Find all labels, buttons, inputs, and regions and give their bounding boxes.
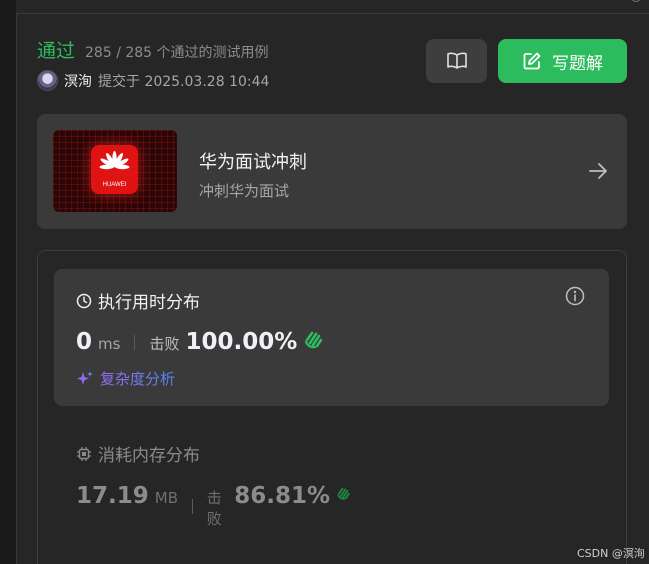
metric-divider: [134, 334, 136, 350]
huawei-logo: HUAWEI: [91, 145, 138, 194]
memory-metric: 17.19 MB 击败 86.81%: [76, 483, 352, 529]
metric-divider: [192, 498, 193, 514]
submission-result-panel: ▔▔▔▔▔ 通过 285 / 285 个通过的测试用例 溟洵 提交于 2025.…: [0, 0, 649, 564]
top-partial-header: ▔▔▔▔▔: [16, 0, 649, 14]
clock-icon: [76, 293, 92, 308]
memory-beat-percent: 86.81%: [234, 483, 331, 509]
username-link[interactable]: 溟洵: [64, 71, 92, 91]
complexity-analysis-label: 复杂度分析: [100, 370, 176, 388]
info-icon[interactable]: [565, 286, 585, 306]
memory-distribution-section[interactable]: 消耗内存分布 17.19 MB 击败 86.81%: [76, 441, 350, 528]
runtime-value: 0: [76, 329, 93, 355]
write-solution-button[interactable]: 写题解: [498, 39, 627, 83]
avatar[interactable]: [37, 70, 58, 91]
promo-title: 华为面试冲刺: [199, 152, 307, 173]
submission-info: 溟洵 提交于 2025.03.28 10:44: [37, 70, 269, 91]
cut-off-header-icon: [631, 0, 641, 2]
result-status: 通过 285 / 285 个通过的测试用例: [37, 36, 269, 63]
runtime-heading: 执行用时分布: [76, 288, 200, 313]
cut-off-header-text: ▔▔▔▔▔: [76, 0, 126, 6]
status-badge: 通过: [37, 40, 76, 62]
write-solution-label: 写题解: [552, 53, 603, 74]
complexity-analysis-link[interactable]: 复杂度分析: [76, 368, 175, 389]
testcase-count: 285 / 285 个通过的测试用例: [85, 45, 269, 61]
huawei-logo-text: HUAWEI: [103, 182, 127, 188]
runtime-beat-percent: 100.00%: [185, 329, 298, 355]
view-solution-button[interactable]: [426, 39, 487, 83]
promo-subtitle: 冲刺华为面试: [199, 182, 290, 200]
runtime-beat-label: 击败: [149, 335, 180, 353]
runtime-metric: 0 ms 击败 100.00%: [76, 329, 325, 355]
runtime-title: 执行用时分布: [98, 293, 200, 313]
memory-beat-label: 击败: [206, 489, 222, 528]
memory-unit: MB: [154, 489, 178, 507]
sparkle-icon: [77, 370, 93, 385]
clap-hands-icon: [337, 487, 350, 500]
watermark: CSDN @溟洵: [577, 547, 645, 560]
runtime-distribution-card[interactable]: 执行用时分布 0 ms 击败 100.00% 复杂度分析: [54, 269, 609, 406]
memory-title: 消耗内存分布: [98, 446, 200, 466]
memory-chip-icon: [77, 446, 91, 461]
promo-card-huawei[interactable]: HUAWEI 华为面试冲刺 冲刺华为面试: [37, 114, 627, 229]
runtime-unit: ms: [98, 335, 121, 353]
memory-heading: 消耗内存分布: [76, 441, 200, 466]
edit-note-icon: [523, 52, 541, 70]
memory-value: 17.19: [76, 483, 149, 509]
clap-hands-icon: [305, 331, 323, 349]
promo-thumbnail: HUAWEI: [53, 130, 177, 212]
book-open-icon: [446, 52, 467, 69]
left-edge-background: [0, 0, 16, 564]
submission-time: 提交于 2025.03.28 10:44: [98, 73, 270, 90]
arrow-right-icon: [589, 163, 607, 179]
